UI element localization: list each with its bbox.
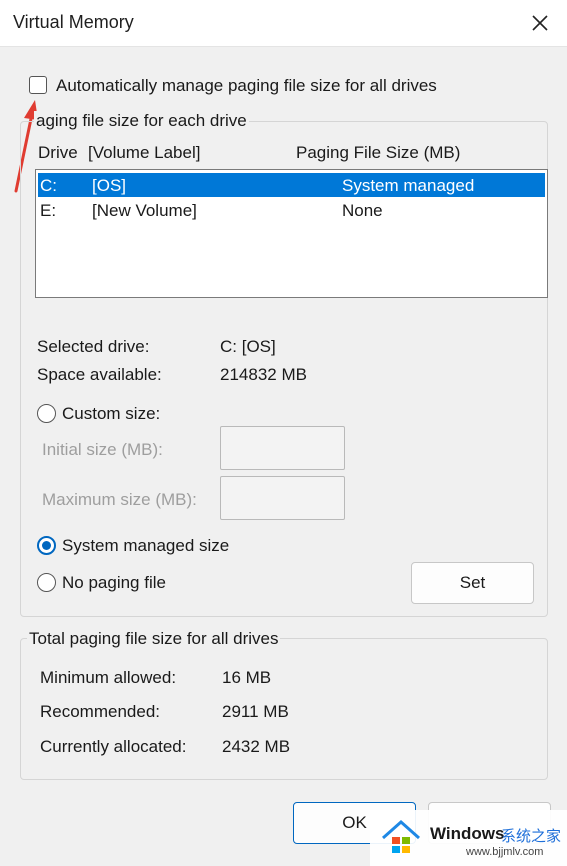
custom-size-radio[interactable] xyxy=(37,404,56,423)
minimum-allowed-value: 16 MB xyxy=(222,668,272,687)
custom-size-label[interactable]: Custom size: xyxy=(62,404,160,424)
auto-manage-checkbox[interactable] xyxy=(29,76,47,94)
selected-drive-value: C: [OS] xyxy=(220,337,276,356)
watermark-brand: Windows xyxy=(430,824,505,843)
no-paging-label[interactable]: No paging file xyxy=(62,573,166,593)
header-volume-label: [Volume Label] xyxy=(88,143,201,162)
space-available-value: 214832 MB xyxy=(220,365,307,384)
total-group-title: Total paging file size for all drives xyxy=(27,629,281,649)
drive-letter: C: xyxy=(40,176,57,195)
drive-row-e[interactable]: E: [New Volume] None xyxy=(38,198,545,222)
drive-volume: [New Volume] xyxy=(92,201,197,220)
minimum-allowed-label: Minimum allowed: xyxy=(40,668,177,687)
watermark: Windows 系统之家 www.bjjmlv.com xyxy=(370,810,567,866)
window-title: Virtual Memory xyxy=(13,12,134,32)
currently-allocated-label: Currently allocated: xyxy=(40,737,187,756)
currently-allocated-value: 2432 MB xyxy=(222,737,291,756)
no-paging-radio[interactable] xyxy=(37,573,56,592)
drive-volume: [OS] xyxy=(92,176,127,195)
initial-size-input[interactable] xyxy=(220,426,345,470)
drive-row-c[interactable]: C: [OS] System managed xyxy=(38,173,545,197)
auto-manage-label[interactable]: Automatically manage paging file size fo… xyxy=(56,76,437,96)
drive-size: System managed xyxy=(342,176,475,195)
maximum-size-label: Maximum size (MB): xyxy=(42,490,197,509)
drive-list[interactable]: C: [OS] System managed E: [New Volume] N… xyxy=(35,169,548,298)
recommended-value: 2911 MB xyxy=(222,702,289,721)
header-paging-size: Paging File Size (MB) xyxy=(296,143,461,162)
set-button[interactable]: Set xyxy=(411,562,534,604)
windows-house-logo-icon xyxy=(382,819,420,853)
drive-letter: E: xyxy=(40,201,57,220)
initial-size-label: Initial size (MB): xyxy=(42,440,163,459)
maximum-size-input[interactable] xyxy=(220,476,345,520)
header-drive: Drive xyxy=(38,143,78,162)
selected-drive-label: Selected drive: xyxy=(37,337,150,356)
drive-size: None xyxy=(342,201,383,220)
system-managed-radio[interactable] xyxy=(37,536,56,555)
close-icon xyxy=(532,15,548,31)
system-managed-label[interactable]: System managed size xyxy=(62,536,229,556)
close-button[interactable] xyxy=(524,8,556,38)
space-available-label: Space available: xyxy=(37,365,162,384)
recommended-label: Recommended: xyxy=(40,702,161,721)
paging-group-title: aging file size for each drive xyxy=(34,111,249,131)
watermark-site-cn: 系统之家 xyxy=(501,828,562,845)
watermark-url: www.bjjmlv.com xyxy=(466,846,544,858)
